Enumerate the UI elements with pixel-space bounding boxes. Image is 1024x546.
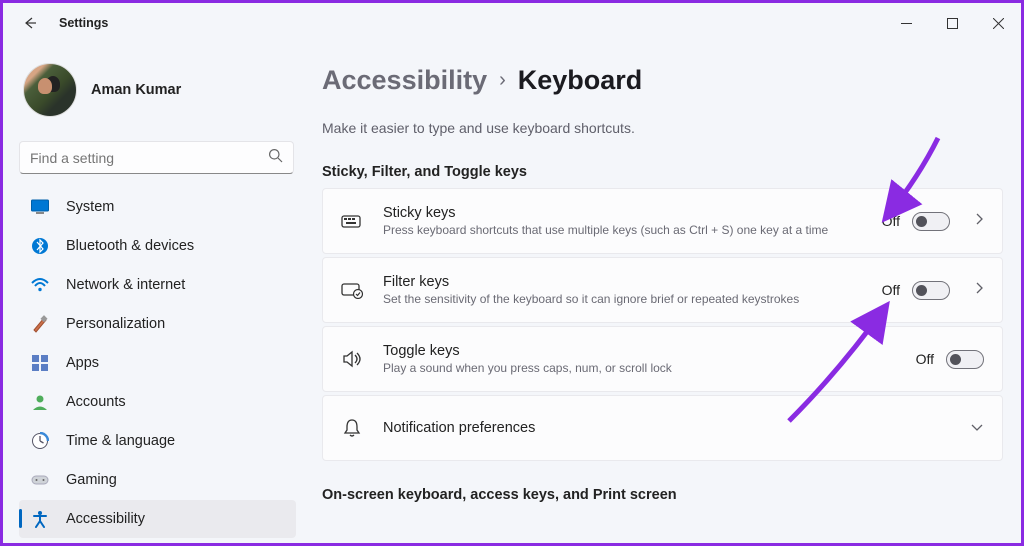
- page-subtitle: Make it easier to type and use keyboard …: [322, 120, 1003, 136]
- chevron-right-icon: ›: [499, 69, 506, 92]
- row-desc: Set the sensitivity of the keyboard so i…: [383, 292, 862, 306]
- breadcrumb-parent[interactable]: Accessibility: [322, 65, 487, 96]
- chevron-down-icon[interactable]: [970, 419, 984, 437]
- search-input[interactable]: [30, 150, 268, 166]
- sidebar-item-label: Time & language: [66, 433, 175, 449]
- profile-name: Aman Kumar: [91, 82, 181, 98]
- clock-icon: [31, 432, 49, 450]
- profile-block[interactable]: Aman Kumar: [23, 63, 288, 117]
- window-title: Settings: [59, 16, 108, 30]
- game-icon: [31, 471, 49, 489]
- filter-keys-toggle[interactable]: [912, 281, 950, 300]
- section-header: Sticky, Filter, and Toggle keys: [322, 164, 1003, 180]
- sidebar-item-time[interactable]: Time & language: [19, 422, 296, 460]
- avatar: [23, 63, 77, 117]
- row-notification-prefs[interactable]: Notification preferences: [322, 395, 1003, 461]
- maximize-button[interactable]: [929, 3, 975, 43]
- row-title: Sticky keys: [383, 205, 862, 221]
- sticky-keys-toggle[interactable]: [912, 212, 950, 231]
- row-toggle-keys[interactable]: Toggle keys Play a sound when you press …: [322, 326, 1003, 392]
- breadcrumb: Accessibility › Keyboard: [322, 65, 1003, 96]
- sidebar-item-label: Personalization: [66, 316, 165, 332]
- sidebar-item-label: Accessibility: [66, 511, 145, 527]
- sidebar-item-network[interactable]: Network & internet: [19, 266, 296, 304]
- sidebar-item-label: System: [66, 199, 114, 215]
- row-title: Filter keys: [383, 274, 862, 290]
- content-area: Accessibility › Keyboard Make it easier …: [306, 43, 1021, 543]
- bluetooth-icon: [31, 237, 49, 255]
- sidebar-item-accounts[interactable]: Accounts: [19, 383, 296, 421]
- sidebar-item-apps[interactable]: Apps: [19, 344, 296, 382]
- search-box[interactable]: [19, 141, 294, 174]
- sidebar-item-label: Bluetooth & devices: [66, 238, 194, 254]
- speaker-icon: [341, 348, 363, 370]
- chevron-right-icon[interactable]: [974, 281, 984, 300]
- section-header: On-screen keyboard, access keys, and Pri…: [322, 487, 1003, 503]
- row-filter-keys[interactable]: Filter keys Set the sensitivity of the k…: [322, 257, 1003, 323]
- toggle-state: Off: [916, 351, 934, 367]
- toggle-state: Off: [882, 213, 900, 229]
- back-button[interactable]: [11, 3, 49, 43]
- sidebar-item-accessibility[interactable]: Accessibility: [19, 500, 296, 538]
- row-desc: Play a sound when you press caps, num, o…: [383, 361, 896, 375]
- wifi-icon: [31, 276, 49, 294]
- chevron-right-icon[interactable]: [974, 212, 984, 231]
- filter-keys-icon: [341, 279, 363, 301]
- sidebar-item-bluetooth[interactable]: Bluetooth & devices: [19, 227, 296, 265]
- sidebar-item-label: Network & internet: [66, 277, 185, 293]
- row-sticky-keys[interactable]: Sticky keys Press keyboard shortcuts tha…: [322, 188, 1003, 254]
- brush-icon: [31, 315, 49, 333]
- sidebar-item-personalization[interactable]: Personalization: [19, 305, 296, 343]
- bell-icon: [341, 417, 363, 439]
- page-title: Keyboard: [518, 65, 643, 96]
- person-icon: [31, 393, 49, 411]
- sidebar-item-label: Apps: [66, 355, 99, 371]
- row-title: Notification preferences: [383, 420, 946, 436]
- sticky-keys-icon: [341, 210, 363, 232]
- row-desc: Press keyboard shortcuts that use multip…: [383, 223, 862, 237]
- sidebar: Aman Kumar System Bluetooth & devices Ne…: [3, 43, 306, 543]
- sidebar-item-label: Gaming: [66, 472, 117, 488]
- sidebar-item-gaming[interactable]: Gaming: [19, 461, 296, 499]
- minimize-button[interactable]: [883, 3, 929, 43]
- toggle-state: Off: [882, 282, 900, 298]
- apps-icon: [31, 354, 49, 372]
- nav-list: System Bluetooth & devices Network & int…: [19, 188, 296, 538]
- system-icon: [31, 198, 49, 216]
- accessibility-icon: [31, 510, 49, 528]
- row-title: Toggle keys: [383, 343, 896, 359]
- close-button[interactable]: [975, 3, 1021, 43]
- sidebar-item-label: Accounts: [66, 394, 126, 410]
- search-icon: [268, 148, 283, 168]
- toggle-keys-toggle[interactable]: [946, 350, 984, 369]
- sidebar-item-system[interactable]: System: [19, 188, 296, 226]
